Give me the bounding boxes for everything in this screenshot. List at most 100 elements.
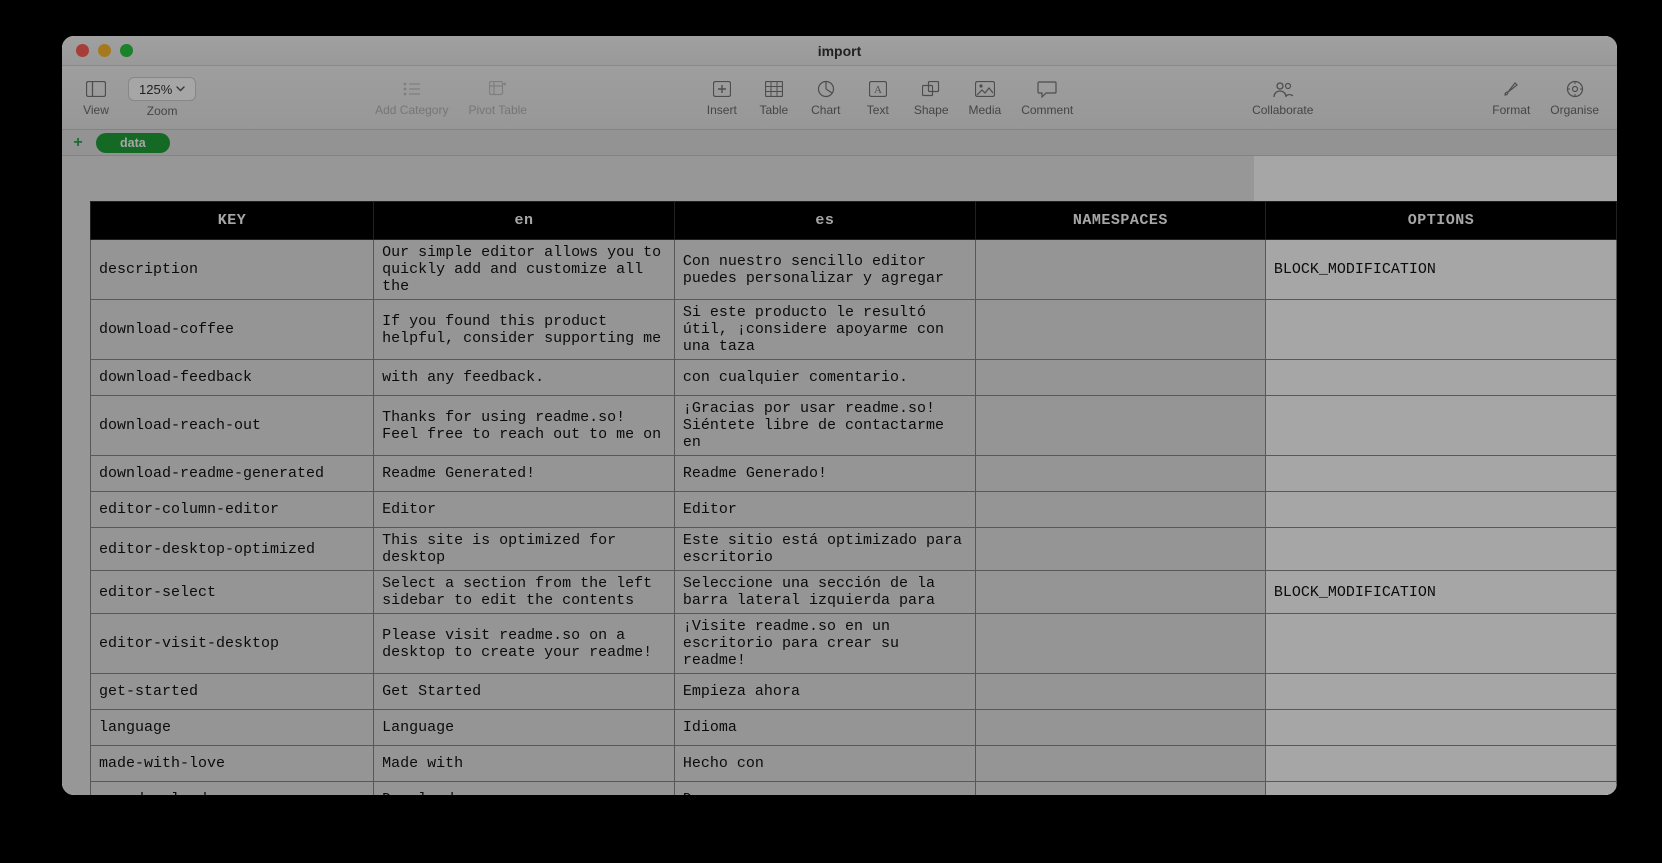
cell-es[interactable]: Si este producto le resultó útil, ¡consi… [674, 300, 975, 360]
cell-es[interactable]: ¡Gracias por usar readme.so! Siéntete li… [674, 396, 975, 456]
media-button[interactable]: Media [961, 76, 1010, 119]
fullscreen-icon[interactable] [120, 44, 133, 57]
cell-es[interactable]: Con nuestro sencillo editor puedes perso… [674, 240, 975, 300]
cell-en[interactable]: Please visit readme.so on a desktop to c… [374, 614, 675, 674]
cell-es[interactable]: Empieza ahora [674, 674, 975, 710]
insert-button[interactable]: Insert [698, 76, 746, 119]
cell-opt[interactable] [1265, 396, 1616, 456]
text-button[interactable]: A Text [854, 76, 902, 119]
cell-ns[interactable] [975, 571, 1265, 614]
table-row[interactable]: descriptionOur simple editor allows you … [91, 240, 1617, 300]
collaborate-button[interactable]: Collaborate [1244, 76, 1321, 119]
cell-en[interactable]: Readme Generated! [374, 456, 675, 492]
cell-key[interactable]: language [91, 710, 374, 746]
cell-en[interactable]: Get Started [374, 674, 675, 710]
cell-ns[interactable] [975, 528, 1265, 571]
sheet-tab-data[interactable]: data [96, 133, 170, 153]
cell-ns[interactable] [975, 492, 1265, 528]
cell-en[interactable]: Made with [374, 746, 675, 782]
table-row[interactable]: editor-visit-desktopPlease visit readme.… [91, 614, 1617, 674]
cell-opt[interactable] [1265, 674, 1616, 710]
cell-es[interactable]: Editor [674, 492, 975, 528]
cell-opt[interactable] [1265, 456, 1616, 492]
format-button[interactable]: Format [1484, 76, 1538, 119]
cell-opt[interactable]: BLOCK_MODIFICATION [1265, 571, 1616, 614]
organise-button[interactable]: Organise [1542, 76, 1607, 119]
cell-es[interactable]: Hecho con [674, 746, 975, 782]
cell-opt[interactable] [1265, 614, 1616, 674]
table-row[interactable]: editor-desktop-optimizedThis site is opt… [91, 528, 1617, 571]
cell-opt[interactable]: BLOCK_MODIFICATION [1265, 240, 1616, 300]
cell-ns[interactable] [975, 782, 1265, 796]
cell-opt[interactable] [1265, 710, 1616, 746]
cell-en[interactable]: Editor [374, 492, 675, 528]
cell-key[interactable]: made-with-love [91, 746, 374, 782]
zoom-pill[interactable]: 125% [128, 77, 196, 101]
table-row[interactable]: download-feedbackwith any feedback.con c… [91, 360, 1617, 396]
cell-ns[interactable] [975, 360, 1265, 396]
cell-es[interactable]: con cualquier comentario. [674, 360, 975, 396]
cell-ns[interactable] [975, 300, 1265, 360]
cell-ns[interactable] [975, 614, 1265, 674]
cell-es[interactable]: Descargar [674, 782, 975, 796]
canvas[interactable]: KEY en es NAMESPACES OPTIONS description… [62, 156, 1617, 795]
cell-ns[interactable] [975, 674, 1265, 710]
cell-ns[interactable] [975, 456, 1265, 492]
cell-en[interactable]: Language [374, 710, 675, 746]
cell-key[interactable]: editor-column-editor [91, 492, 374, 528]
cell-en[interactable]: Our simple editor allows you to quickly … [374, 240, 675, 300]
data-table[interactable]: KEY en es NAMESPACES OPTIONS description… [90, 201, 1617, 795]
table-button[interactable]: Table [750, 76, 798, 119]
cell-opt[interactable] [1265, 782, 1616, 796]
table-row[interactable]: download-coffeeIf you found this product… [91, 300, 1617, 360]
table-row[interactable]: get-startedGet StartedEmpieza ahora [91, 674, 1617, 710]
cell-opt[interactable] [1265, 746, 1616, 782]
cell-key[interactable]: editor-desktop-optimized [91, 528, 374, 571]
table-row[interactable]: editor-selectSelect a section from the l… [91, 571, 1617, 614]
cell-key[interactable]: download-coffee [91, 300, 374, 360]
cell-ns[interactable] [975, 396, 1265, 456]
cell-opt[interactable] [1265, 360, 1616, 396]
cell-en[interactable]: Thanks for using readme.so! Feel free to… [374, 396, 675, 456]
table-row[interactable]: languageLanguageIdioma [91, 710, 1617, 746]
cell-en[interactable]: Download [374, 782, 675, 796]
table-row[interactable]: nav-downloadDownloadDescargar [91, 782, 1617, 796]
cell-key[interactable]: nav-download [91, 782, 374, 796]
cell-opt[interactable] [1265, 300, 1616, 360]
minimize-icon[interactable] [98, 44, 111, 57]
cell-es[interactable]: Readme Generado! [674, 456, 975, 492]
view-button[interactable]: View [72, 76, 120, 119]
col-key[interactable]: KEY [91, 202, 374, 240]
shape-button[interactable]: Shape [906, 76, 957, 119]
zoom-control[interactable]: 125% Zoom [120, 75, 204, 120]
pivot-table-button[interactable]: Pivot Table [460, 76, 534, 119]
col-en[interactable]: en [374, 202, 675, 240]
col-ns[interactable]: NAMESPACES [975, 202, 1265, 240]
comment-button[interactable]: Comment [1013, 76, 1081, 119]
cell-opt[interactable] [1265, 492, 1616, 528]
cell-en[interactable]: This site is optimized for desktop [374, 528, 675, 571]
col-opt[interactable]: OPTIONS [1265, 202, 1616, 240]
cell-ns[interactable] [975, 746, 1265, 782]
cell-key[interactable]: editor-select [91, 571, 374, 614]
table-row[interactable]: editor-column-editorEditorEditor [91, 492, 1617, 528]
cell-key[interactable]: editor-visit-desktop [91, 614, 374, 674]
cell-key[interactable]: download-reach-out [91, 396, 374, 456]
cell-en[interactable]: with any feedback. [374, 360, 675, 396]
cell-key[interactable]: download-feedback [91, 360, 374, 396]
table-row[interactable]: made-with-loveMade withHecho con [91, 746, 1617, 782]
col-es[interactable]: es [674, 202, 975, 240]
cell-es[interactable]: ¡Visite readme.so en un escritorio para … [674, 614, 975, 674]
cell-key[interactable]: description [91, 240, 374, 300]
add-category-button[interactable]: Add Category [367, 76, 456, 119]
cell-opt[interactable] [1265, 528, 1616, 571]
close-icon[interactable] [76, 44, 89, 57]
cell-en[interactable]: If you found this product helpful, consi… [374, 300, 675, 360]
cell-es[interactable]: Este sitio está optimizado para escritor… [674, 528, 975, 571]
cell-en[interactable]: Select a section from the left sidebar t… [374, 571, 675, 614]
cell-es[interactable]: Idioma [674, 710, 975, 746]
chart-button[interactable]: Chart [802, 76, 850, 119]
add-sheet-button[interactable]: + [66, 133, 90, 153]
cell-ns[interactable] [975, 240, 1265, 300]
cell-key[interactable]: download-readme-generated [91, 456, 374, 492]
